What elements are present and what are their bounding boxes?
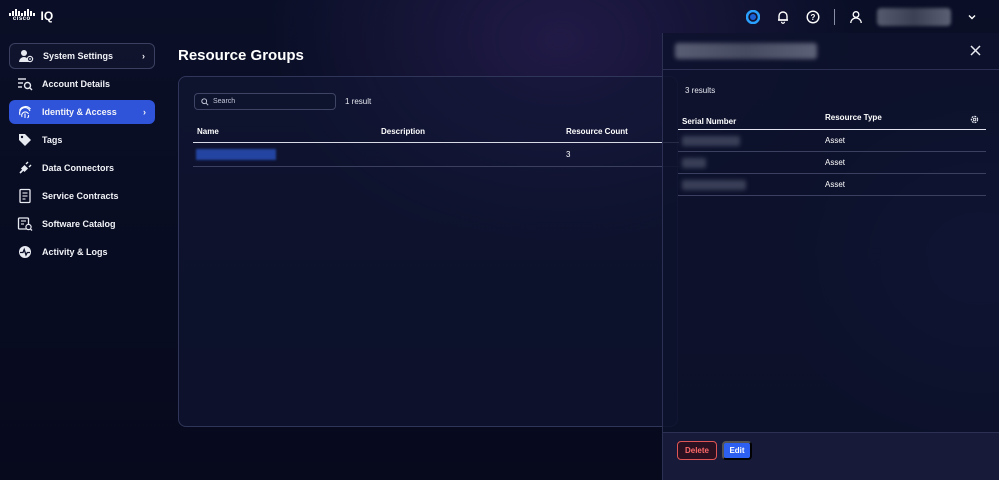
resource-type-cell: Asset xyxy=(825,158,846,167)
serial-number-cell xyxy=(682,136,740,146)
svg-text:?: ? xyxy=(811,13,816,22)
column-header-serial-number[interactable]: Serial Number xyxy=(682,117,736,126)
cisco-logo: cisco xyxy=(9,9,35,23)
table-row[interactable]: Asset xyxy=(678,152,986,174)
sidebar-item-activity-logs[interactable]: Activity & Logs xyxy=(9,240,155,264)
resource-count-cell: 3 xyxy=(566,150,571,159)
edit-button[interactable]: Edit xyxy=(722,441,752,460)
table-row[interactable]: Asset xyxy=(678,130,986,152)
drawer-table-header: Serial Number Resource Type xyxy=(678,111,986,130)
list-search-icon xyxy=(17,76,33,92)
sidebar-item-service-contracts[interactable]: Service Contracts xyxy=(9,184,155,208)
chevron-down-icon[interactable] xyxy=(963,8,981,26)
top-bar: cisco IQ ? xyxy=(0,0,999,34)
column-header-description[interactable]: Description xyxy=(381,127,425,136)
sidebar-item-label: Account Details xyxy=(42,79,111,89)
column-header-name[interactable]: Name xyxy=(197,127,219,136)
app-logo[interactable]: cisco IQ xyxy=(9,9,53,23)
cisco-wordmark: cisco xyxy=(12,16,31,22)
column-header-resource-count[interactable]: Resource Count xyxy=(566,127,628,136)
sidebar-item-account-details[interactable]: Account Details xyxy=(9,72,155,96)
fingerprint-icon xyxy=(17,104,33,120)
search-placeholder: Search xyxy=(213,98,236,105)
table-row[interactable]: 3 xyxy=(193,143,679,167)
drawer-title xyxy=(675,43,817,59)
activity-icon xyxy=(17,244,33,260)
resource-group-detail-drawer: 3 results Serial Number Resource Type As… xyxy=(662,33,999,480)
sidebar-item-label: Identity & Access xyxy=(42,107,117,117)
user-icon[interactable] xyxy=(847,8,865,26)
sidebar: System Settings › Account Details Identi… xyxy=(9,43,155,268)
column-header-resource-type[interactable]: Resource Type xyxy=(825,113,882,122)
product-name: IQ xyxy=(40,9,54,23)
bell-icon[interactable] xyxy=(774,8,792,26)
drawer-footer: Delete Edit xyxy=(663,432,999,480)
page-title: Resource Groups xyxy=(178,47,304,64)
contract-icon xyxy=(17,188,33,204)
resource-type-cell: Asset xyxy=(825,180,846,189)
table-row[interactable]: Asset xyxy=(678,174,986,196)
sidebar-item-system-settings[interactable]: System Settings › xyxy=(9,43,155,69)
chevron-right-icon: › xyxy=(143,107,146,117)
sidebar-item-label: Activity & Logs xyxy=(42,247,108,257)
delete-button[interactable]: Delete xyxy=(677,441,717,460)
chevron-right-icon: › xyxy=(142,51,145,61)
result-count: 1 result xyxy=(345,97,372,106)
search-input[interactable]: Search xyxy=(194,93,336,110)
resource-type-cell: Asset xyxy=(825,136,846,145)
close-icon[interactable] xyxy=(970,44,981,59)
help-icon[interactable]: ? xyxy=(804,8,822,26)
sidebar-item-identity-access[interactable]: Identity & Access › xyxy=(9,100,155,124)
sidebar-item-label: Service Contracts xyxy=(42,191,119,201)
sidebar-item-label: Data Connectors xyxy=(42,163,115,173)
tag-icon xyxy=(17,132,33,148)
sidebar-item-label: Software Catalog xyxy=(42,219,116,229)
serial-number-cell xyxy=(682,180,746,190)
user-name[interactable] xyxy=(877,8,951,26)
sidebar-item-label: System Settings xyxy=(43,51,114,61)
plug-icon xyxy=(17,160,33,176)
sidebar-item-label: Tags xyxy=(42,135,63,145)
resource-groups-panel: Search 1 result Name Description Resourc… xyxy=(178,76,679,427)
sidebar-item-tags[interactable]: Tags xyxy=(9,128,155,152)
sidebar-item-software-catalog[interactable]: Software Catalog xyxy=(9,212,155,236)
status-icon[interactable] xyxy=(744,8,762,26)
header-divider xyxy=(834,9,835,25)
sidebar-item-data-connectors[interactable]: Data Connectors xyxy=(9,156,155,180)
catalog-icon xyxy=(17,216,33,232)
resource-group-name-link[interactable] xyxy=(196,149,276,160)
serial-number-cell xyxy=(682,158,706,168)
drawer-header xyxy=(663,33,999,70)
user-gear-icon xyxy=(18,48,34,64)
drawer-result-count: 3 results xyxy=(685,86,716,95)
table-header: Name Description Resource Count xyxy=(193,125,679,143)
gear-icon[interactable] xyxy=(969,114,980,125)
search-icon xyxy=(201,97,209,106)
